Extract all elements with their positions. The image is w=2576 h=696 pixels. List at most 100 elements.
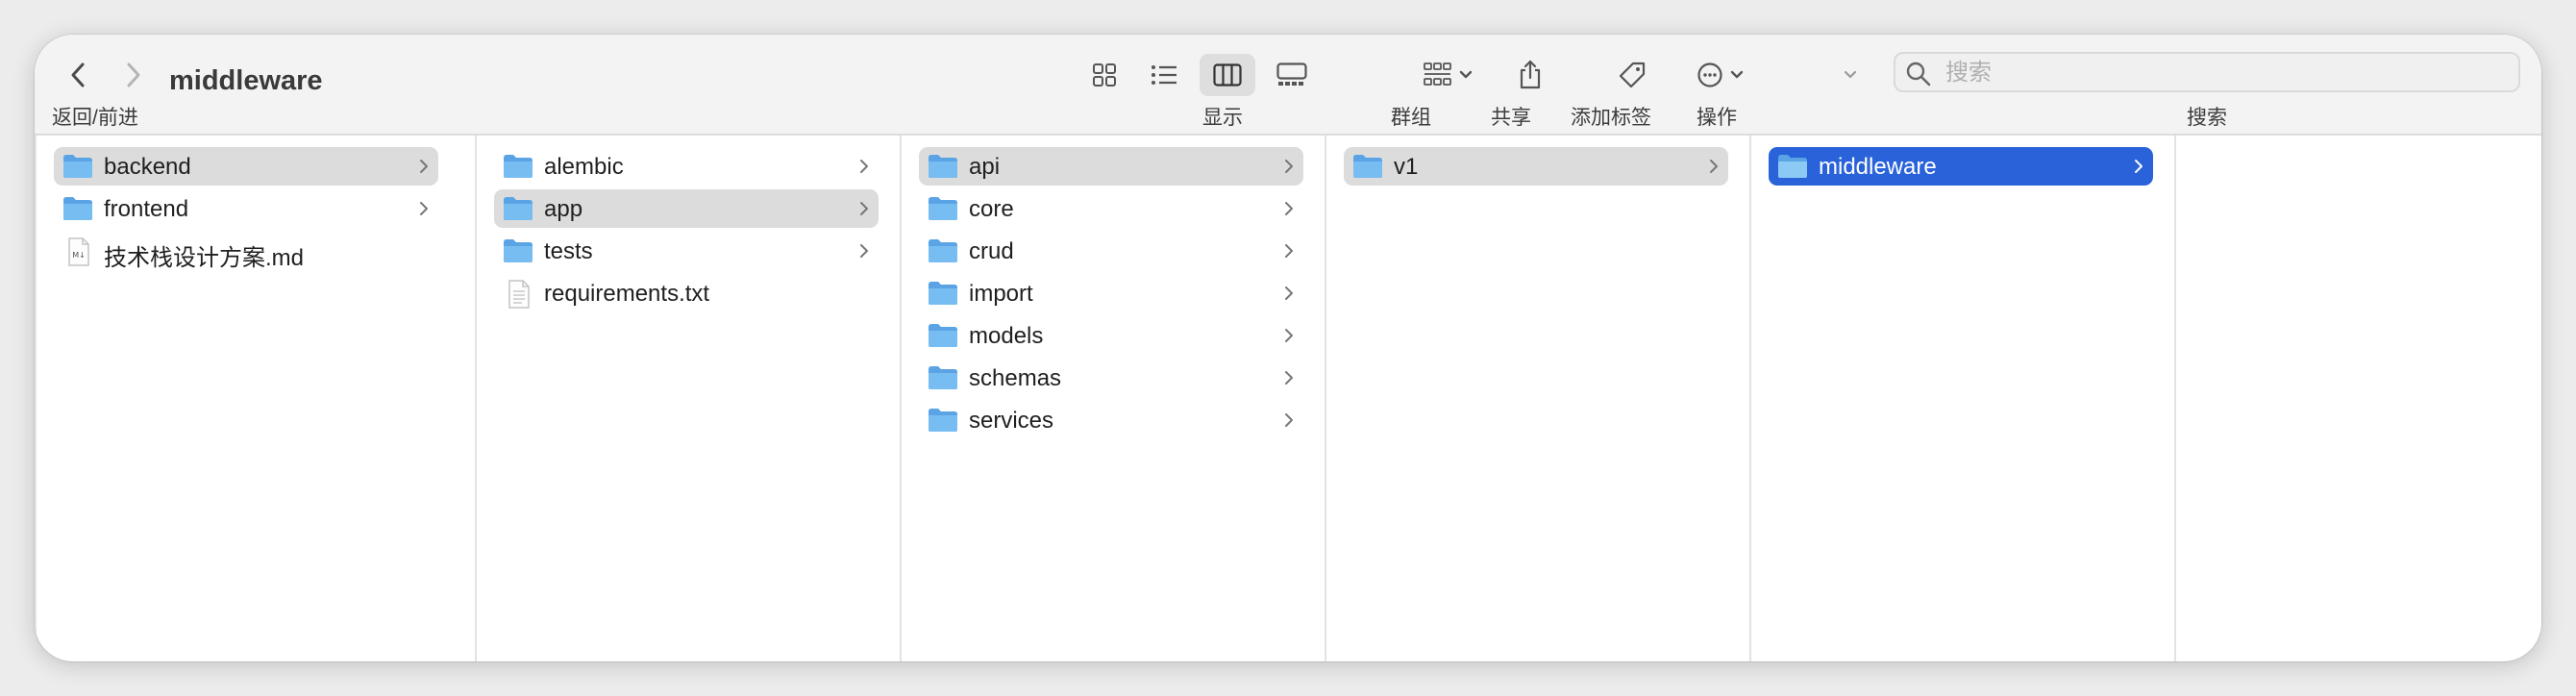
group-icon — [1424, 62, 1451, 86]
chevron-right-icon — [1285, 286, 1293, 300]
list-item[interactable]: models — [919, 316, 1303, 355]
search-icon — [1906, 62, 1931, 87]
chevron-down-icon — [1459, 70, 1473, 79]
folder-icon — [929, 197, 957, 220]
item-name: api — [969, 154, 1001, 180]
item-name: crud — [969, 238, 1014, 264]
forward-button[interactable] — [111, 54, 154, 96]
column-3: api core crud import models schemas serv… — [902, 136, 1326, 661]
list-icon — [1152, 65, 1177, 85]
back-button[interactable] — [58, 54, 100, 96]
chevron-right-icon — [127, 62, 140, 87]
item-name: tests — [544, 238, 593, 264]
item-name: 技术栈设计方案.md — [104, 245, 305, 271]
list-item[interactable]: middleware — [1769, 147, 2153, 186]
share-label: 共享 — [1491, 107, 1531, 129]
share-button[interactable] — [1509, 54, 1551, 96]
chevron-down-icon — [1844, 70, 1857, 79]
item-name: alembic — [544, 154, 624, 180]
search-field[interactable] — [1894, 52, 2520, 92]
group-button[interactable] — [1415, 54, 1482, 96]
window-title: middleware — [169, 65, 323, 96]
item-name: v1 — [1394, 154, 1419, 180]
folder-icon — [929, 239, 957, 262]
list-item[interactable]: v1 — [1344, 147, 1728, 186]
tags-label: 添加标签 — [1571, 107, 1651, 129]
item-name: schemas — [969, 365, 1062, 391]
folder-icon — [929, 155, 957, 178]
chevron-right-icon — [1285, 413, 1293, 427]
item-name: frontend — [104, 196, 189, 222]
view-label: 显示 — [1202, 107, 1243, 129]
item-name: app — [544, 196, 583, 222]
chevron-right-icon — [420, 202, 428, 215]
markdown-badge: M↓ — [72, 251, 86, 260]
column-5: middleware — [1751, 136, 2176, 661]
item-name: core — [969, 196, 1014, 222]
folder-icon — [504, 197, 533, 220]
action-button[interactable] — [1690, 54, 1751, 96]
chevron-right-icon — [1285, 202, 1293, 215]
item-name: requirements.txt — [544, 281, 710, 307]
folder-icon — [929, 409, 957, 432]
item-name: middleware — [1819, 154, 1937, 180]
list-item[interactable]: M↓ 技术栈设计方案.md — [54, 232, 438, 271]
finder-window: middleware 返回/前进 显示 群组 共享 添加标签 操作 搜索 搜索 … — [35, 35, 2541, 661]
chevron-right-icon — [1285, 244, 1293, 258]
gallery-view-button[interactable] — [1265, 54, 1319, 96]
folder-icon — [1778, 155, 1807, 178]
search-label: 搜索 — [2187, 107, 2227, 129]
list-item[interactable]: schemas — [919, 359, 1303, 397]
share-icon — [1520, 60, 1541, 89]
folder-icon — [504, 239, 533, 262]
item-name: import — [969, 281, 1033, 307]
chevron-right-icon — [860, 202, 868, 215]
add-tag-button[interactable] — [1611, 54, 1653, 96]
item-name: backend — [104, 154, 191, 180]
list-view-button[interactable] — [1140, 54, 1188, 96]
gallery-icon — [1276, 62, 1307, 86]
folder-icon — [63, 197, 92, 220]
search-input[interactable] — [1944, 54, 2514, 92]
list-item[interactable]: api — [919, 147, 1303, 186]
list-item[interactable]: services — [919, 401, 1303, 439]
list-item[interactable]: alembic — [494, 147, 879, 186]
chevron-right-icon — [860, 160, 868, 173]
list-item[interactable]: crud — [919, 232, 1303, 270]
chevron-right-icon — [2135, 160, 2143, 173]
list-item[interactable]: backend — [54, 147, 438, 186]
list-item[interactable]: import — [919, 274, 1303, 312]
column-view-button[interactable] — [1200, 54, 1255, 96]
list-item[interactable]: frontend — [54, 189, 438, 228]
toolbar: middleware 返回/前进 显示 群组 共享 添加标签 操作 搜索 搜索 — [35, 35, 2541, 136]
column-2: alembic app tests requirements.txt — [477, 136, 902, 661]
text-file-icon — [508, 280, 530, 309]
nav-label: 返回/前进 — [52, 107, 138, 129]
column-browser: backend frontend M↓ 技术栈设计方案.md alembic a… — [35, 136, 2541, 661]
columns-icon — [1213, 63, 1242, 87]
ellipsis-circle-icon — [1697, 62, 1722, 87]
column-1: backend frontend M↓ 技术栈设计方案.md — [35, 136, 477, 661]
chevron-right-icon — [1285, 329, 1293, 342]
chevron-right-icon — [860, 244, 868, 258]
icon-view-button[interactable] — [1080, 54, 1128, 96]
folder-icon — [929, 366, 957, 389]
folder-icon — [929, 282, 957, 305]
more-toolbar-button[interactable] — [1836, 54, 1865, 96]
group-label: 群组 — [1391, 107, 1431, 129]
action-label: 操作 — [1697, 107, 1737, 129]
list-item[interactable]: core — [919, 189, 1303, 228]
list-item[interactable]: requirements.txt — [494, 274, 879, 312]
folder-icon — [504, 155, 533, 178]
folder-icon — [1353, 155, 1382, 178]
column-6 — [2176, 136, 2541, 661]
item-name: models — [969, 323, 1044, 349]
chevron-right-icon — [1285, 371, 1293, 385]
folder-icon — [63, 155, 92, 178]
item-name: services — [969, 408, 1054, 434]
list-item[interactable]: app — [494, 189, 879, 228]
list-item[interactable]: tests — [494, 232, 879, 270]
chevron-down-icon — [1730, 70, 1744, 79]
grid-icon — [1093, 63, 1116, 87]
markdown-file-icon: M↓ — [68, 237, 89, 266]
